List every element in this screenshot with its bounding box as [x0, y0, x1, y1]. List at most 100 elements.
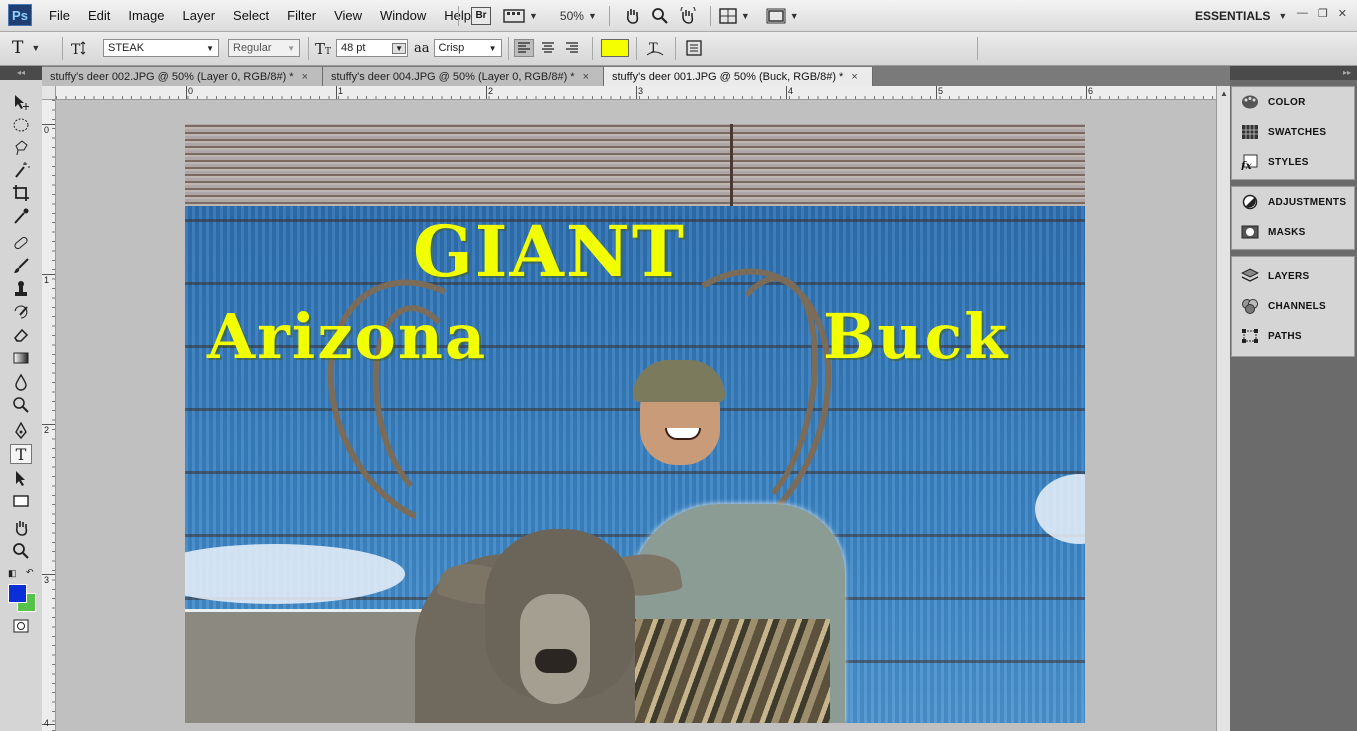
zoom-tool-button[interactable] — [651, 5, 669, 27]
hand-tool-button[interactable] — [623, 5, 641, 27]
panel-paths[interactable]: PATHS — [1232, 321, 1354, 351]
panel-color[interactable]: COLOR — [1232, 87, 1354, 117]
svg-text:T: T — [315, 40, 325, 57]
font-style-value: Regular — [233, 42, 272, 54]
font-family-dropdown[interactable]: STEAK ▼ — [103, 39, 219, 57]
quick-mask-button[interactable] — [10, 616, 32, 636]
separator — [458, 5, 459, 26]
magic-wand-tool[interactable] — [10, 160, 32, 180]
zoom-tool[interactable] — [10, 541, 32, 561]
brush-tool[interactable] — [10, 256, 32, 276]
align-left-button[interactable] — [514, 39, 534, 57]
panel-expand-handle[interactable]: ▸▸ — [1230, 66, 1357, 80]
character-panel-button[interactable] — [685, 38, 703, 58]
close-icon[interactable]: ✕ — [1338, 7, 1347, 20]
screen-mode-dropdown[interactable]: ▼ — [766, 5, 799, 27]
fx-styles-icon: fx — [1241, 154, 1259, 170]
rotate-view-button[interactable] — [679, 5, 697, 27]
palette-icon — [1241, 94, 1259, 110]
close-icon[interactable]: × — [583, 71, 589, 83]
menu-file[interactable]: File — [40, 8, 79, 23]
menu-image[interactable]: Image — [119, 8, 173, 23]
pen-tool[interactable] — [10, 421, 32, 441]
antialias-dropdown[interactable]: Crisp ▼ — [433, 39, 502, 57]
panel-label: STYLES — [1268, 156, 1309, 168]
dodge-tool[interactable] — [10, 395, 32, 415]
camo-pants — [615, 619, 830, 723]
type-tool-icon: T — [15, 444, 27, 464]
gradient-tool[interactable] — [10, 348, 32, 368]
minimize-icon[interactable]: — — [1297, 7, 1308, 20]
default-colors-icon[interactable]: ◧ — [8, 568, 17, 579]
document-tab-label: stuffy's deer 004.JPG @ 50% (Layer 0, RG… — [331, 70, 575, 83]
path-selection-tool[interactable] — [10, 468, 32, 488]
restore-icon[interactable]: ❐ — [1318, 7, 1328, 20]
zoom-level-dropdown[interactable]: 50% ▼ — [560, 5, 597, 27]
close-icon[interactable]: × — [302, 71, 308, 83]
healing-brush-tool[interactable] — [10, 233, 32, 253]
panel-layers[interactable]: LAYERS — [1232, 261, 1354, 291]
panel-channels[interactable]: CHANNELS — [1232, 291, 1354, 321]
eyedropper-tool[interactable] — [10, 206, 32, 226]
panel-masks[interactable]: MASKS — [1232, 217, 1354, 247]
align-center-icon — [542, 42, 554, 53]
menu-window[interactable]: Window — [371, 8, 435, 23]
eyedropper-icon — [14, 208, 29, 224]
bridge-button[interactable]: Br — [471, 6, 491, 25]
warp-text-button[interactable]: T — [645, 38, 665, 58]
ruler-mark — [1086, 86, 1087, 99]
menu-filter[interactable]: Filter — [278, 8, 325, 23]
panel-group-layers: LAYERS CHANNELS PATHS — [1231, 256, 1355, 357]
document-tab-label: stuffy's deer 002.JPG @ 50% (Layer 0, RG… — [50, 70, 294, 83]
lasso-tool[interactable] — [10, 137, 32, 157]
text-orientation-toggle[interactable]: T — [70, 38, 88, 58]
type-tool[interactable]: T — [10, 444, 32, 464]
marquee-tool[interactable] — [10, 115, 32, 135]
ruler-mark — [186, 86, 187, 99]
menu-view[interactable]: View — [325, 8, 371, 23]
font-style-dropdown[interactable]: Regular ▼ — [228, 39, 300, 57]
menu-layer[interactable]: Layer — [174, 8, 225, 23]
crop-tool[interactable] — [10, 183, 32, 203]
panel-adjustments[interactable]: ADJUSTMENTS — [1232, 187, 1354, 217]
font-size-field[interactable]: 48 pt ▼ — [336, 39, 408, 57]
panel-swatches[interactable]: SWATCHES — [1232, 117, 1354, 147]
align-center-button[interactable] — [538, 39, 558, 57]
menu-select[interactable]: Select — [224, 8, 278, 23]
separator — [62, 37, 63, 60]
vertical-ruler[interactable]: 0 1 2 3 4 — [42, 100, 56, 731]
text-color-swatch[interactable] — [601, 39, 629, 57]
magnifier-icon — [651, 7, 668, 24]
horizontal-ruler[interactable]: 0 1 2 3 4 5 6 — [56, 86, 1216, 100]
align-right-button[interactable] — [562, 39, 582, 57]
vertical-scrollbar[interactable]: ▲ — [1216, 86, 1230, 731]
chevron-down-icon: ▼ — [392, 42, 406, 54]
panel-styles[interactable]: fx STYLES — [1232, 147, 1354, 177]
document-tab-active[interactable]: stuffy's deer 001.JPG @ 50% (Buck, RGB/8… — [604, 67, 873, 86]
scroll-up-icon[interactable]: ▲ — [1220, 89, 1228, 98]
swap-colors-icon[interactable]: ↶ — [26, 567, 34, 578]
bandage-icon — [14, 236, 28, 250]
history-brush-tool[interactable] — [10, 302, 32, 322]
shape-tool[interactable] — [10, 491, 32, 511]
close-icon[interactable]: × — [851, 71, 857, 83]
hand-tool[interactable] — [10, 518, 32, 538]
blur-tool[interactable] — [10, 372, 32, 392]
foreground-color-swatch[interactable] — [8, 584, 27, 603]
magic-wand-icon — [15, 162, 30, 178]
eraser-tool[interactable] — [10, 325, 32, 345]
ruler-label: 6 — [1088, 86, 1094, 96]
clone-stamp-tool[interactable] — [10, 279, 32, 299]
separator — [592, 37, 593, 60]
screen-mode-button[interactable]: ▼ — [503, 5, 538, 27]
move-tool[interactable] — [10, 92, 32, 112]
document-canvas[interactable]: GIANT Arizona Buck — [185, 124, 1085, 723]
ruler-origin[interactable] — [42, 86, 56, 100]
panel-collapse-handle[interactable]: ◂◂ — [0, 66, 42, 80]
tool-preset-picker[interactable]: T ▼ — [12, 38, 40, 58]
document-tab[interactable]: stuffy's deer 004.JPG @ 50% (Layer 0, RG… — [323, 67, 604, 86]
document-tab[interactable]: stuffy's deer 002.JPG @ 50% (Layer 0, RG… — [42, 67, 323, 86]
svg-text:T: T — [649, 41, 658, 56]
arrange-documents-button[interactable]: ▼ — [719, 5, 750, 27]
menu-edit[interactable]: Edit — [79, 8, 119, 23]
